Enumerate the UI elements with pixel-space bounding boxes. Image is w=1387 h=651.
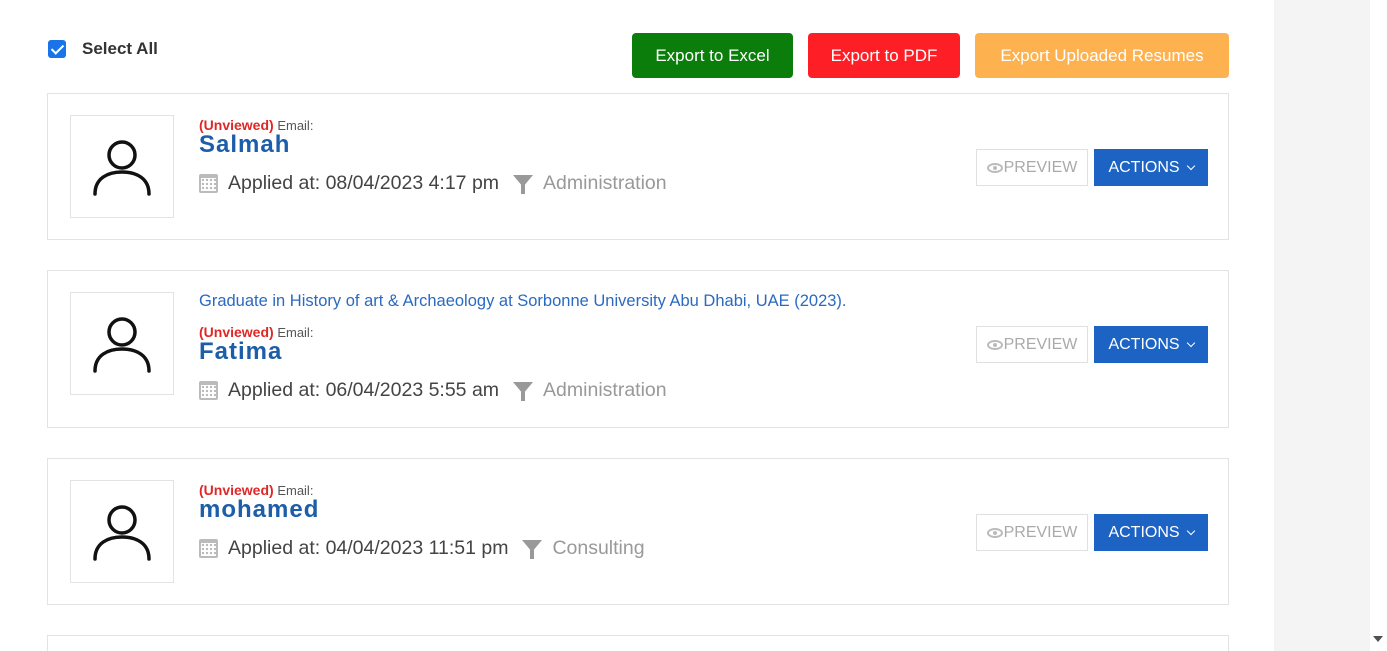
calendar-icon: [199, 381, 218, 400]
applicant-meta: Applied at: 08/04/2023 4:17 pm Administr…: [199, 172, 667, 195]
chevron-down-icon: [1186, 161, 1195, 170]
select-all-checkbox[interactable]: [48, 40, 66, 58]
preview-label: PREVIEW: [1003, 158, 1078, 176]
avatar: [70, 292, 174, 395]
select-all-label: Select All: [82, 39, 158, 58]
export-pdf-button[interactable]: Export to PDF: [808, 33, 960, 78]
applied-date: Applied at: 08/04/2023 4:17 pm: [228, 172, 500, 194]
actions-button[interactable]: ACTIONS: [1094, 514, 1208, 551]
applicant-card: (Unviewed) Email: mohamed Applied at: 04…: [47, 458, 1229, 605]
department: Administration: [543, 379, 667, 401]
education-line: Graduate in History of art & Archaeology…: [199, 292, 847, 310]
calendar-icon: [199, 539, 218, 558]
applicant-name[interactable]: Salmah: [199, 131, 290, 159]
actions-label: ACTIONS: [1108, 523, 1180, 541]
eye-icon: [986, 339, 1003, 350]
eye-icon: [986, 527, 1003, 538]
email-label: Email:: [277, 325, 314, 340]
applicant-meta: Applied at: 04/04/2023 11:51 pm Consulti…: [199, 537, 645, 560]
export-resumes-button[interactable]: Export Uploaded Resumes: [975, 33, 1229, 78]
actions-label: ACTIONS: [1108, 335, 1180, 353]
right-gutter: [1274, 0, 1370, 651]
preview-label: PREVIEW: [1003, 523, 1078, 541]
filter-icon: [513, 381, 534, 401]
user-icon: [93, 504, 151, 561]
applied-date: Applied at: 04/04/2023 11:51 pm: [228, 537, 509, 559]
preview-button[interactable]: PREVIEW: [976, 149, 1088, 186]
preview-button[interactable]: PREVIEW: [976, 514, 1088, 551]
scroll-down-arrow-icon[interactable]: [1373, 636, 1383, 642]
applied-date: Applied at: 06/04/2023 5:55 am: [228, 379, 500, 401]
avatar: [70, 480, 174, 583]
actions-button[interactable]: ACTIONS: [1094, 149, 1208, 186]
export-excel-button[interactable]: Export to Excel: [632, 33, 793, 78]
avatar: [70, 115, 174, 218]
eye-icon: [986, 162, 1003, 173]
filter-icon: [513, 174, 534, 194]
applicant-card: (Unviewed) Email: Salmah Applied at: 08/…: [47, 93, 1229, 240]
department: Administration: [543, 172, 667, 194]
filter-icon: [522, 539, 543, 559]
preview-label: PREVIEW: [1003, 335, 1078, 353]
actions-button[interactable]: ACTIONS: [1094, 326, 1208, 363]
applicant-name[interactable]: mohamed: [199, 496, 319, 524]
applicant-card: Graduate in History of art & Archaeology…: [47, 270, 1229, 428]
scrollbar[interactable]: [1370, 0, 1387, 651]
actions-label: ACTIONS: [1108, 158, 1180, 176]
applicants-page: Select All Export to Excel Export to PDF…: [0, 0, 1387, 651]
user-icon: [93, 316, 151, 373]
applicant-name[interactable]: Fatima: [199, 338, 282, 366]
chevron-down-icon: [1186, 338, 1195, 347]
select-all[interactable]: Select All: [48, 39, 158, 59]
chevron-down-icon: [1186, 526, 1195, 535]
department: Consulting: [552, 537, 645, 559]
preview-button[interactable]: PREVIEW: [976, 326, 1088, 363]
user-icon: [93, 139, 151, 196]
calendar-icon: [199, 174, 218, 193]
applicant-meta: Applied at: 06/04/2023 5:55 am Administr…: [199, 379, 667, 402]
applicant-card: [47, 635, 1229, 651]
